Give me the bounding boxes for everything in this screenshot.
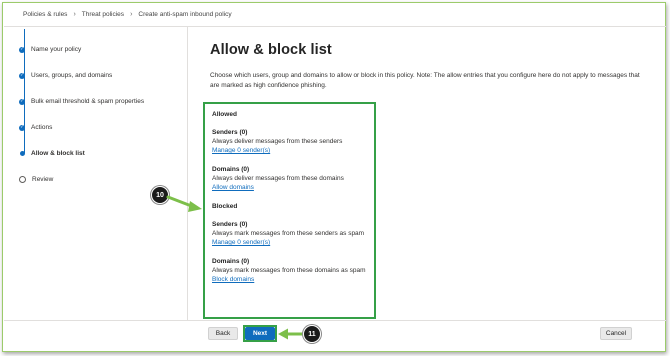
checkmark-icon: ✓ bbox=[19, 98, 25, 105]
chevron-right-icon: › bbox=[130, 11, 133, 18]
checkmark-icon: ✓ bbox=[19, 46, 25, 53]
cancel-button[interactable]: Cancel bbox=[600, 327, 632, 340]
step-users-groups-domains[interactable]: ✓ Users, groups, and domains bbox=[19, 72, 112, 79]
step-label: Users, groups, and domains bbox=[31, 72, 113, 79]
manage-blocked-senders-link[interactable]: Manage 0 sender(s) bbox=[212, 239, 270, 246]
step-actions[interactable]: ✓ Actions bbox=[19, 124, 52, 131]
next-button[interactable]: Next bbox=[245, 327, 275, 340]
breadcrumb-current: Create anti-spam inbound policy bbox=[138, 11, 232, 18]
wizard-steps-panel bbox=[4, 27, 188, 320]
blocked-domains-text: Always mark messages from these domains … bbox=[212, 267, 366, 274]
step-label: Actions bbox=[31, 124, 53, 131]
page-title: Allow & block list bbox=[210, 42, 332, 58]
blocked-domains-title: Domains (0) bbox=[212, 258, 250, 265]
step-label: Bulk email threshold & spam properties bbox=[31, 98, 145, 105]
breadcrumb-threat-policies[interactable]: Threat policies bbox=[82, 11, 124, 18]
pending-step-circle-icon bbox=[19, 176, 26, 183]
allowed-senders-text: Always deliver messages from these sende… bbox=[212, 138, 343, 145]
chevron-right-icon: › bbox=[73, 11, 76, 18]
step-label: Review bbox=[32, 176, 54, 183]
step-review[interactable]: Review bbox=[19, 176, 53, 183]
arrow-left-icon bbox=[278, 328, 304, 340]
checkmark-icon: ✓ bbox=[19, 72, 25, 79]
breadcrumb: Policies & rules › Threat policies › Cre… bbox=[23, 11, 232, 18]
allowed-domains-text: Always deliver messages from these domai… bbox=[212, 175, 344, 182]
current-step-dot-icon bbox=[19, 151, 25, 156]
step-name-policy[interactable]: ✓ Name your policy bbox=[19, 46, 81, 53]
callout-badge-11: 11 bbox=[303, 325, 321, 343]
step-bulk-email-threshold[interactable]: ✓ Bulk email threshold & spam properties bbox=[19, 98, 144, 105]
allowed-domains-title: Domains (0) bbox=[212, 166, 250, 173]
step-label: Allow & block list bbox=[31, 150, 85, 157]
checkmark-icon: ✓ bbox=[19, 124, 25, 131]
blocked-senders-text: Always mark messages from these senders … bbox=[212, 230, 365, 237]
block-domains-link[interactable]: Block domains bbox=[212, 276, 254, 283]
blocked-senders-title: Senders (0) bbox=[212, 221, 248, 228]
back-button[interactable]: Back bbox=[208, 327, 238, 340]
page-description: Choose which users, group and domains to… bbox=[210, 72, 640, 89]
breadcrumb-policies-rules[interactable]: Policies & rules bbox=[23, 11, 67, 18]
blocked-heading: Blocked bbox=[212, 203, 238, 210]
arrow-right-icon bbox=[166, 195, 202, 212]
footer-divider bbox=[4, 320, 666, 321]
allowed-senders-title: Senders (0) bbox=[212, 129, 248, 136]
step-label: Name your policy bbox=[31, 46, 82, 53]
manage-allowed-senders-link[interactable]: Manage 0 sender(s) bbox=[212, 147, 270, 154]
allow-domains-link[interactable]: Allow domains bbox=[212, 184, 254, 191]
allowed-heading: Allowed bbox=[212, 111, 237, 118]
step-allow-block-list[interactable]: Allow & block list bbox=[19, 150, 85, 157]
allow-block-highlight-box: Allowed Senders (0) Always deliver messa… bbox=[203, 102, 376, 319]
